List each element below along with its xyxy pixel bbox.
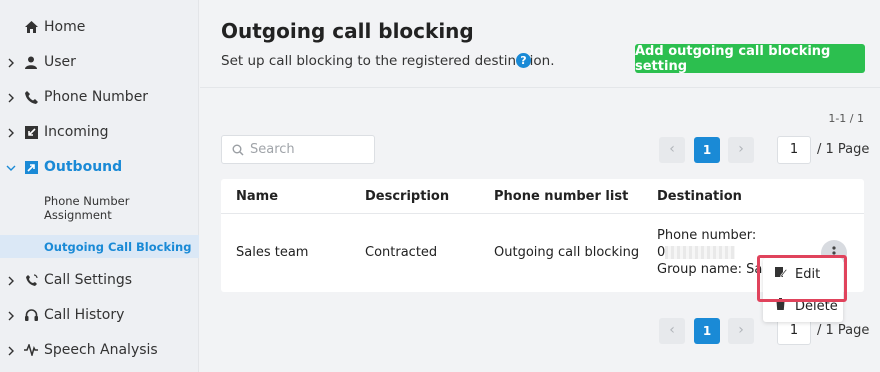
prev-page-button[interactable]: ‹ xyxy=(659,137,685,163)
main-content: Outgoing call blocking Set up call block… xyxy=(200,0,880,372)
list-panel: 1-1 / 1 Search ‹ 1 › 1 / 1 Page Name Des… xyxy=(200,89,880,372)
chevron-right-icon xyxy=(6,57,16,68)
sidebar-item-user[interactable]: User xyxy=(0,45,199,79)
sidebar: Home User Phone Number Incoming Outbound… xyxy=(0,0,199,372)
incoming-icon xyxy=(24,125,38,139)
page-number-input[interactable]: 1 xyxy=(777,136,811,164)
waveform-icon xyxy=(24,343,38,357)
destination-phone-prefix: 0 xyxy=(657,245,666,260)
page-subtitle: Set up call blocking to the registered d… xyxy=(221,53,555,69)
page-header: Outgoing call blocking Set up call block… xyxy=(200,0,880,88)
sidebar-item-label: Call History xyxy=(44,307,125,323)
sidebar-subitem-label: Outgoing Call Blocking xyxy=(44,240,192,254)
search-icon xyxy=(232,144,244,160)
home-icon xyxy=(24,20,38,34)
chevron-right-icon xyxy=(6,345,16,356)
cell-name: Sales team xyxy=(236,245,309,260)
sidebar-item-phone-number[interactable]: Phone Number xyxy=(0,80,199,114)
help-icon[interactable]: ? xyxy=(516,53,531,68)
cell-destination: Phone number: 0 Group name: Sales xyxy=(657,227,763,278)
column-header-phone-number-list: Phone number list xyxy=(494,189,629,204)
next-page-button-bottom[interactable]: › xyxy=(728,318,754,344)
chevron-right-icon xyxy=(6,275,16,286)
chevron-down-icon xyxy=(6,162,16,172)
sidebar-subitem-label: Phone Number Assignment xyxy=(44,194,130,222)
sidebar-item-label: Home xyxy=(44,19,86,35)
sidebar-item-call-settings[interactable]: Call Settings xyxy=(0,263,199,297)
column-header-destination: Destination xyxy=(657,189,742,204)
phone-icon xyxy=(24,90,38,104)
page-total-bottom: / 1 Page xyxy=(817,323,870,338)
sidebar-item-call-history[interactable]: Call History xyxy=(0,298,199,332)
header-divider xyxy=(221,213,864,214)
sidebar-item-incoming[interactable]: Incoming xyxy=(0,115,199,149)
chevron-right-icon xyxy=(6,310,16,321)
user-icon xyxy=(24,55,38,69)
result-range: 1-1 / 1 xyxy=(828,112,864,125)
sidebar-item-label: Call Settings xyxy=(44,272,133,288)
next-page-button[interactable]: › xyxy=(728,137,754,163)
sidebar-subitem-phone-number-assignment[interactable]: Phone Number Assignment xyxy=(0,190,199,224)
sidebar-item-outbound[interactable]: Outbound xyxy=(0,150,199,184)
page-total: / 1 Page xyxy=(817,142,870,157)
redacted-phone-number xyxy=(665,246,736,259)
sidebar-subitem-outgoing-call-blocking[interactable]: Outgoing Call Blocking xyxy=(0,235,199,258)
search-input[interactable]: Search xyxy=(221,135,375,164)
current-page-button-bottom[interactable]: 1 xyxy=(694,318,720,344)
destination-phone-label: Phone number: xyxy=(657,228,757,243)
add-outgoing-call-blocking-button[interactable]: Add outgoing call blocking setting xyxy=(635,44,865,74)
page-title: Outgoing call blocking xyxy=(221,19,474,43)
call-settings-icon xyxy=(24,273,38,287)
edit-highlight-box xyxy=(757,255,847,302)
column-header-description: Description xyxy=(365,189,450,204)
column-header-name: Name xyxy=(236,189,279,204)
sidebar-item-label: Speech Analysis xyxy=(44,342,158,358)
sidebar-item-speech-analysis[interactable]: Speech Analysis xyxy=(0,333,199,367)
sidebar-item-home[interactable]: Home xyxy=(0,10,199,44)
chevron-right-icon xyxy=(6,127,16,138)
sidebar-item-label: Outbound xyxy=(44,159,123,175)
cell-phone-number-list: Outgoing call blocking xyxy=(494,245,640,260)
current-page-button[interactable]: 1 xyxy=(694,137,720,163)
sidebar-item-label: Phone Number xyxy=(44,89,149,105)
outbound-icon xyxy=(24,160,38,174)
destination-group-name: Group name: Sales xyxy=(657,262,763,277)
cell-description: Contracted xyxy=(365,245,438,260)
sidebar-item-label: User xyxy=(44,54,76,70)
search-placeholder: Search xyxy=(250,142,295,157)
chevron-right-icon xyxy=(6,92,16,103)
headset-icon xyxy=(24,308,38,322)
sidebar-item-label: Incoming xyxy=(44,124,109,140)
prev-page-button-bottom[interactable]: ‹ xyxy=(659,318,685,344)
